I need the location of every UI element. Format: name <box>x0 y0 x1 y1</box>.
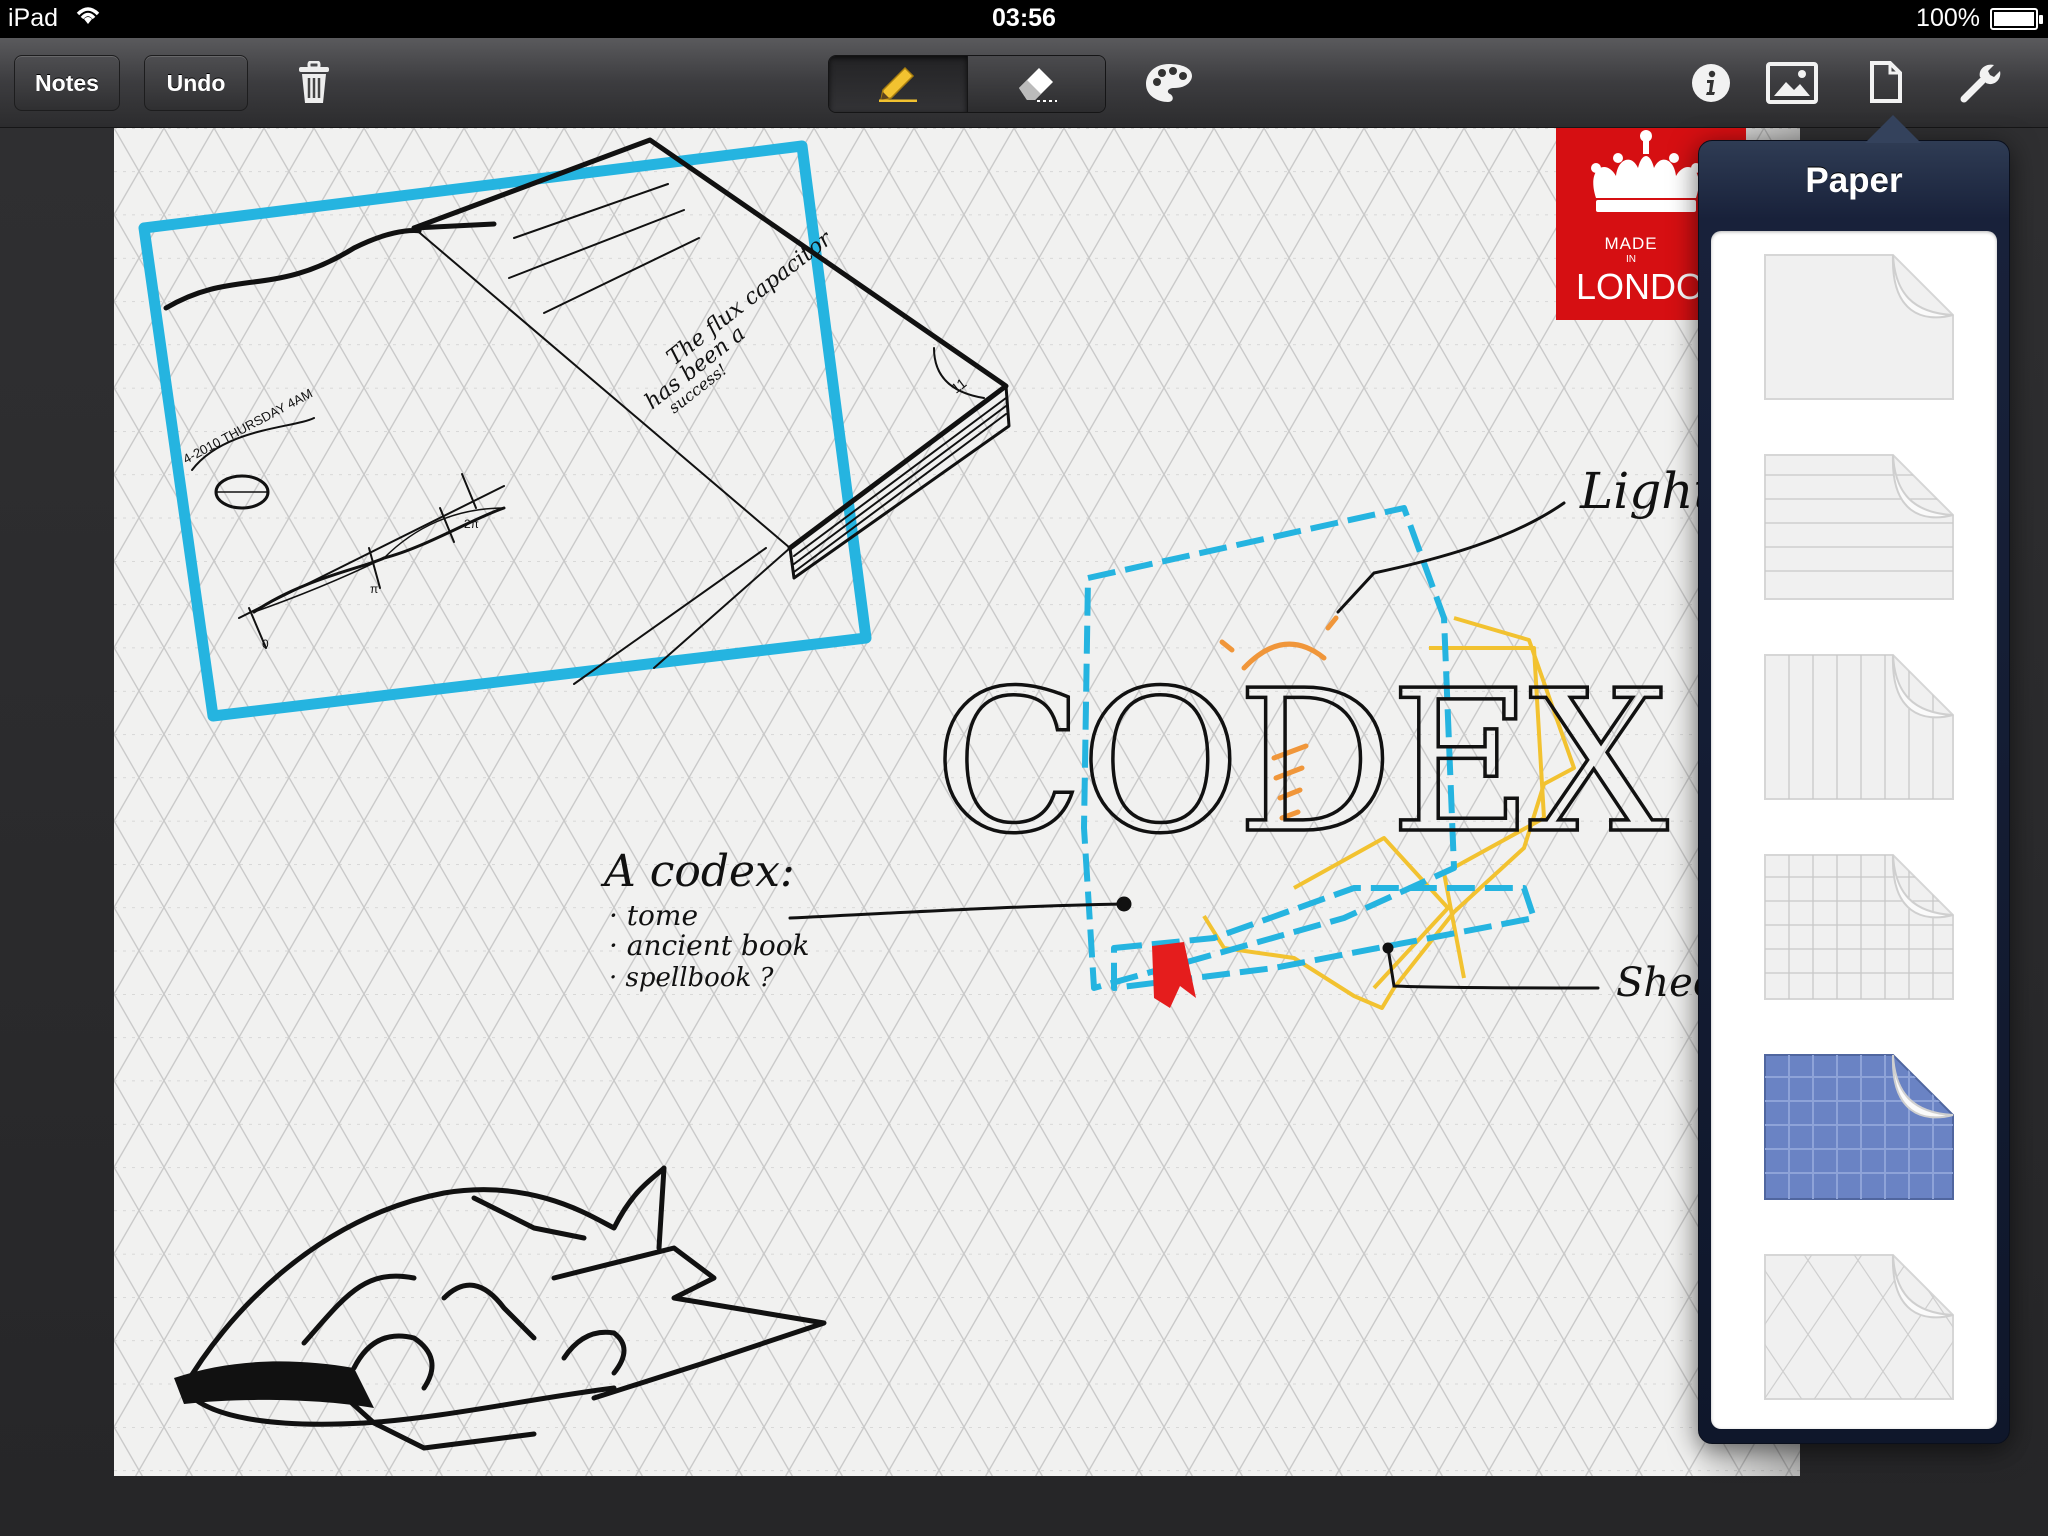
palette-icon[interactable] <box>1142 58 1196 108</box>
app-screen: iPad 03:56 100% Notes Undo The flux capa… <box>0 0 2048 1536</box>
sleeping-figure-shadow <box>174 1361 374 1408</box>
popover-arrow <box>1865 115 1921 143</box>
paper-option-grid[interactable] <box>1763 853 1955 1001</box>
status-time: 03:56 <box>992 4 1056 32</box>
graph-label-pi: π <box>370 582 378 596</box>
eraser-icon <box>1013 62 1059 107</box>
sleeping-figure-sketch <box>181 1165 827 1451</box>
codex-item-tome: · tome <box>609 899 698 932</box>
codex-heading: A codex: <box>600 846 795 897</box>
paper-option-columns[interactable] <box>1763 653 1955 801</box>
notebook-date: 4-2010 THURSDAY 4AM <box>180 386 315 467</box>
codex-item-ancient-book: · ancient book <box>609 929 810 962</box>
battery-percent: 100% <box>1916 4 1980 32</box>
paper-options-list <box>1711 231 1997 1429</box>
paper-icon[interactable] <box>1866 58 1906 106</box>
trash-icon[interactable] <box>292 58 336 108</box>
pen-tool-button[interactable] <box>829 56 967 112</box>
drawing-canvas[interactable]: The flux capacitor has been a success! 4… <box>114 128 1800 1476</box>
info-icon[interactable] <box>1690 62 1732 104</box>
image-icon[interactable] <box>1765 60 1819 106</box>
notebook-sketch <box>163 137 1011 685</box>
battery-fill <box>1994 11 2034 26</box>
codex-word: CODEX <box>934 649 1668 877</box>
pen-icon <box>875 62 921 107</box>
status-bar: iPad 03:56 100% <box>0 0 2048 38</box>
eraser-tool-button[interactable] <box>966 56 1105 112</box>
toolbar: Notes Undo <box>0 38 2048 128</box>
paper-option-isometric[interactable] <box>1763 1253 1955 1401</box>
paper-option-lined[interactable] <box>1763 453 1955 601</box>
notes-button[interactable]: Notes <box>14 55 120 111</box>
codex-item-spellbook: · spellbook ? <box>609 963 775 993</box>
paper-popover: Paper <box>1698 115 2010 1444</box>
paper-popover-title: Paper <box>1805 161 1903 200</box>
wrench-icon[interactable] <box>1956 58 2004 108</box>
graph-label-2pi: 2π <box>464 517 479 531</box>
tool-selector <box>828 55 1106 113</box>
paper-option-plain[interactable] <box>1763 253 1955 401</box>
red-bookmark-shape <box>1152 942 1196 1008</box>
badge-line1: MADE <box>1604 234 1658 253</box>
paper-option-blueprint[interactable] <box>1763 1053 1955 1201</box>
graph-label-zero: 0 <box>262 637 269 651</box>
badge-line2: IN <box>1626 254 1636 265</box>
battery-icon <box>1990 7 2043 30</box>
undo-button[interactable]: Undo <box>144 55 248 111</box>
sketch-layer: The flux capacitor has been a success! 4… <box>138 137 1746 1451</box>
notebook-text-line1: The flux capacitor <box>662 226 837 371</box>
